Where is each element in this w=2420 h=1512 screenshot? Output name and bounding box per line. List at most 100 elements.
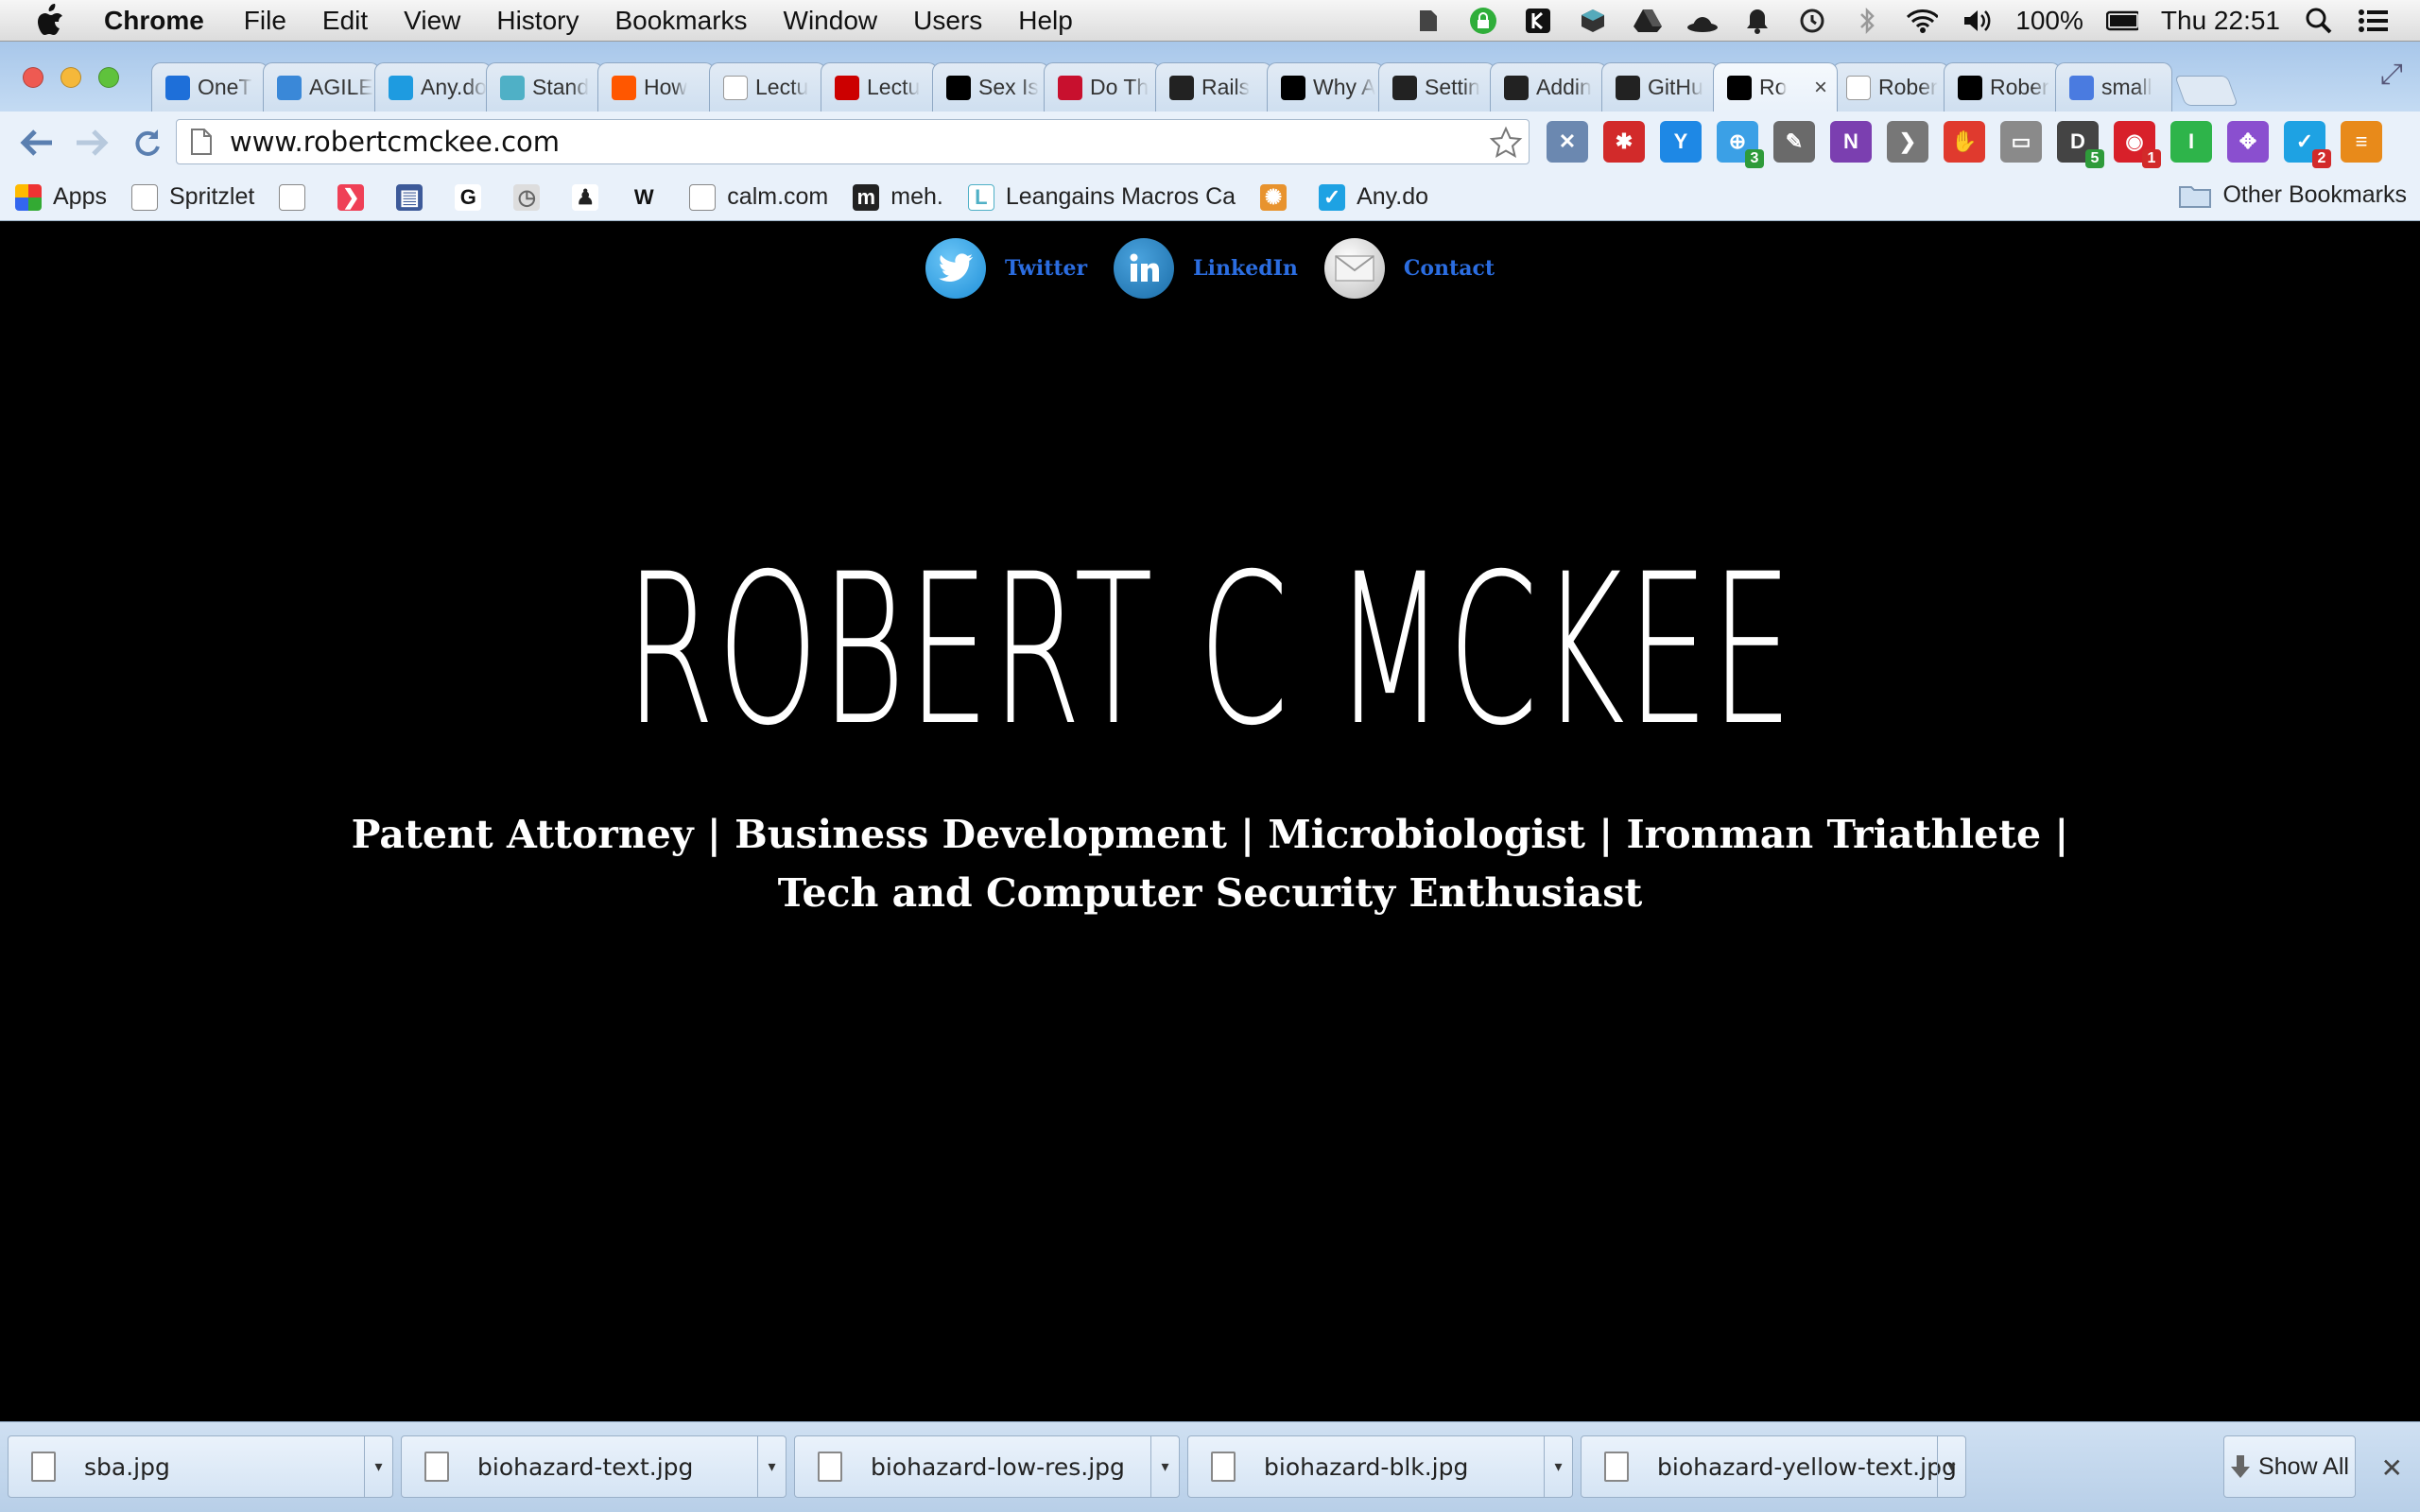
menu-bar-clock[interactable]: Thu 22:51 (2161, 6, 2280, 36)
menu-view[interactable]: View (404, 6, 460, 36)
twitter-label[interactable]: Twitter (1005, 256, 1087, 281)
bookmark-item[interactable]: ◷ (513, 183, 551, 211)
new-tab-button[interactable] (2174, 76, 2238, 106)
tab[interactable]: OneT (151, 62, 268, 112)
menu-app-name[interactable]: Chrome (104, 6, 204, 36)
drive-status-icon[interactable] (1632, 5, 1664, 37)
pocket-icon[interactable]: ❯ (1887, 121, 1928, 163)
cast-icon[interactable]: ▭ (2000, 121, 2042, 163)
bookmark-star-icon[interactable] (1489, 126, 1523, 160)
back-button[interactable] (13, 119, 60, 166)
menu-file[interactable]: File (244, 6, 286, 36)
lastpass-icon[interactable]: ✱ (1603, 121, 1645, 163)
tab[interactable]: Why A (1267, 62, 1384, 112)
download-item[interactable]: biohazard-text.jpg ▾ (401, 1435, 786, 1498)
evernote-status-icon[interactable] (1412, 5, 1444, 37)
contact-label[interactable]: Contact (1404, 256, 1495, 281)
bookmark-item[interactable]: ♟ (572, 183, 610, 211)
adblock-icon[interactable]: ✋ (1944, 121, 1985, 163)
battery-icon[interactable] (2105, 5, 2138, 37)
bookmark-item[interactable]: W (631, 184, 668, 211)
notification-center-icon[interactable] (2358, 5, 2390, 37)
twitter-link[interactable]: Twitter (925, 238, 1087, 299)
forward-button[interactable] (68, 119, 115, 166)
tab[interactable]: How (597, 62, 715, 112)
download-menu-caret-icon[interactable]: ▾ (364, 1436, 392, 1497)
dashlane-icon[interactable]: D5 (2057, 121, 2104, 168)
onetab-ext-icon[interactable]: Y (1660, 121, 1702, 163)
bookmark-item[interactable] (279, 183, 317, 211)
show-all-downloads-button[interactable]: Show All (2223, 1435, 2356, 1498)
tab[interactable]: Rober (1944, 62, 2061, 112)
zoom-window-button[interactable] (98, 67, 119, 88)
reload-button[interactable] (123, 119, 170, 166)
bookmark-item[interactable]: ▤ (396, 183, 434, 211)
other-bookmarks[interactable]: Other Bookmarks (2179, 181, 2407, 209)
tab[interactable]: Any.do (374, 62, 492, 112)
download-menu-caret-icon[interactable]: ▾ (1150, 1436, 1179, 1497)
menu-bookmarks[interactable]: Bookmarks (614, 6, 747, 36)
contact-link[interactable]: Contact (1323, 238, 1495, 299)
tab[interactable]: AGILE (263, 62, 380, 112)
tab[interactable]: Lectu (709, 62, 826, 112)
tab[interactable]: Settin (1378, 62, 1495, 112)
url-text[interactable]: www.robertcmckee.com (230, 126, 560, 158)
lock-status-icon[interactable] (1467, 5, 1499, 37)
tab[interactable]: Addin (1490, 62, 1607, 112)
fullscreen-icon[interactable]: ⤢ (2380, 59, 2403, 91)
download-item[interactable]: biohazard-yellow-text.jpg ▾ (1581, 1435, 1966, 1498)
bookmark-item[interactable]: ✓ Any.do (1319, 183, 1428, 211)
download-menu-caret-icon[interactable]: ▾ (1544, 1436, 1572, 1497)
menu-icon[interactable]: ≡ (2341, 121, 2382, 163)
evernote-icon[interactable]: ✎ (1773, 121, 1815, 163)
bookmark-item[interactable]: Spritzlet (130, 183, 254, 211)
kindle-status-icon[interactable] (1522, 5, 1554, 37)
volume-icon[interactable] (1961, 5, 1993, 37)
download-item[interactable]: biohazard-blk.jpg ▾ (1187, 1435, 1573, 1498)
tab-active[interactable]: Ro × (1713, 62, 1838, 112)
linkedin-label[interactable]: LinkedIn (1193, 256, 1298, 281)
close-downloads-shelf-icon[interactable]: ✕ (2381, 1452, 2403, 1484)
instapaper-icon[interactable]: I (2170, 121, 2212, 163)
bookmark-item[interactable]: ✺ (1260, 183, 1298, 211)
tab[interactable]: Stand (486, 62, 603, 112)
bluetooth-icon[interactable] (1851, 5, 1883, 37)
bowler-hat-icon[interactable] (1686, 5, 1719, 37)
download-item[interactable]: sba.jpg ▾ (8, 1435, 393, 1498)
notification-bell-icon[interactable] (1741, 5, 1773, 37)
close-tab-icon[interactable]: × (1814, 75, 1827, 101)
bookmark-item[interactable]: Apps (15, 183, 107, 211)
tab[interactable]: GitHu (1601, 62, 1719, 112)
menu-help[interactable]: Help (1018, 6, 1073, 36)
bookmark-item[interactable]: m meh. (853, 183, 943, 211)
apple-logo-icon[interactable] (34, 3, 76, 38)
wifi-icon[interactable] (1906, 5, 1939, 37)
expand-icon[interactable]: ✕ (1547, 121, 1588, 163)
tab[interactable]: Lectu (821, 62, 938, 112)
minimize-window-button[interactable] (60, 67, 81, 88)
bookmark-item[interactable]: L Leangains Macros Ca (967, 183, 1236, 211)
onenote-icon[interactable]: N (1830, 121, 1872, 163)
spotlight-search-icon[interactable] (2303, 5, 2335, 37)
download-item[interactable]: biohazard-low-res.jpg ▾ (794, 1435, 1180, 1498)
globe-icon[interactable]: ⊕ 3 (1717, 121, 1764, 168)
tab[interactable]: Rails (1155, 62, 1272, 112)
address-bar[interactable]: www.robertcmckee.com (176, 119, 1530, 164)
bookmark-item[interactable]: G (455, 183, 493, 211)
menu-window[interactable]: Window (784, 6, 878, 36)
bookmark-item[interactable]: ❯ (337, 183, 375, 211)
tab[interactable]: Do Th (1044, 62, 1161, 112)
tab[interactable]: Sex Is (932, 62, 1049, 112)
tab[interactable]: Rober (1832, 62, 1949, 112)
move-icon[interactable]: ✥ (2227, 121, 2269, 163)
bookmark-item[interactable]: calm.com (689, 183, 828, 211)
anydo-ext-icon[interactable]: ✓ 2 (2284, 121, 2331, 168)
tab[interactable]: small (2055, 62, 2172, 112)
download-menu-caret-icon[interactable]: ▾ (1937, 1436, 1965, 1497)
lips-icon[interactable]: ◉ 1 (2114, 121, 2161, 168)
box-status-icon[interactable] (1577, 5, 1609, 37)
menu-users[interactable]: Users (913, 6, 982, 36)
linkedin-link[interactable]: LinkedIn (1114, 238, 1298, 299)
download-menu-caret-icon[interactable]: ▾ (757, 1436, 786, 1497)
menu-edit[interactable]: Edit (322, 6, 368, 36)
